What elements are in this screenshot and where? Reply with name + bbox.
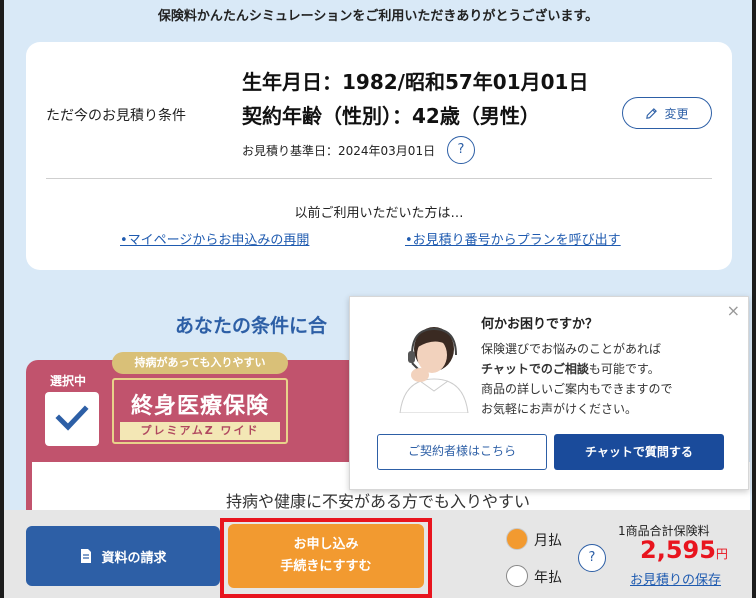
popup-text-rest: も可能です。 xyxy=(588,362,660,376)
estimate-number-link[interactable]: •お見積り番号からプランを呼び出す xyxy=(405,229,621,248)
pencil-icon xyxy=(646,107,658,119)
popup-bold-text: チャットでのご相談 xyxy=(481,362,589,376)
monthly-label: 月払 xyxy=(534,533,562,549)
popup-line: お気軽にお声がけください。 xyxy=(481,402,638,416)
apply-line-2: 手続きにすすむ xyxy=(280,559,372,574)
base-date-help-icon[interactable]: ? xyxy=(447,136,475,164)
save-estimate-link[interactable]: お見積りの保存 xyxy=(630,569,721,588)
product-badge: 終身医療保険 プレミアムZ ワイド xyxy=(112,378,288,444)
birth-date: 生年月日：1982/昭和57年01月01日 xyxy=(242,70,589,94)
mypage-resume-link[interactable]: •マイページからお申込みの再開 xyxy=(120,229,309,248)
selected-label: 選択中 xyxy=(50,374,87,388)
apply-line-1: お申し込み xyxy=(293,537,359,552)
section-title: あなたの条件に合 xyxy=(175,315,328,337)
divider xyxy=(46,178,712,179)
request-documents-button[interactable]: 資料の請求 xyxy=(26,526,220,586)
help-popup: × 何かお困りですか？ 保険選びでお悩みのことがあれば チャットでのご相談も可能… xyxy=(349,296,749,490)
product-ribbon: 持病があっても入りやすい xyxy=(112,352,288,374)
popup-line: 商品の詳しいご案内もできますので xyxy=(481,382,673,396)
price-value: 2,595 xyxy=(640,536,716,564)
change-conditions-button[interactable]: 変更 xyxy=(622,97,712,129)
popup-line: 保険選びでお悩みのことがあれば xyxy=(481,342,662,356)
product-subname: プレミアムZ ワイド xyxy=(120,422,280,440)
payment-help-icon[interactable]: ? xyxy=(578,544,606,572)
yearly-radio[interactable] xyxy=(506,565,528,587)
price-unit: 円 xyxy=(715,547,728,561)
bottom-bar: 資料の請求 お申し込み 手続きにすすむ 月払 年払 ? 1商品合計保険料 2,5… xyxy=(4,510,752,598)
apply-button[interactable]: お申し込み 手続きにすすむ xyxy=(228,524,424,588)
plan-tagline: 持病や健康に不安がある方でも入りやすい xyxy=(225,492,530,511)
popup-line: チャットでのご相談も可能です。 xyxy=(481,359,741,379)
popup-message: 保険選びでお悩みのことがあれば チャットでのご相談も可能です。 商品の詳しいご案… xyxy=(481,339,741,419)
premium-price: 2,595円 xyxy=(640,536,728,564)
popup-title: 何かお困りですか？ xyxy=(481,317,599,332)
product-name: 終身医療保険 xyxy=(130,394,269,419)
contract-age: 契約年齢（性別）：42歳（男性） xyxy=(242,104,540,128)
checkmark-icon xyxy=(55,405,89,431)
request-button-label: 資料の請求 xyxy=(101,550,167,566)
contractor-button[interactable]: ご契約者様はこちら xyxy=(377,434,547,470)
yearly-label: 年払 xyxy=(534,570,562,586)
plan-checkbox[interactable] xyxy=(45,392,99,446)
change-button-label: 変更 xyxy=(664,106,689,121)
monthly-radio[interactable] xyxy=(506,528,528,550)
document-icon xyxy=(81,549,92,563)
previous-users-text: 以前ご利用いただいた方は… xyxy=(294,206,464,221)
operator-avatar xyxy=(399,327,469,413)
estimate-card: ただ今のお見積り条件 生年月日：1982/昭和57年01月01日 契約年齢（性別… xyxy=(26,42,732,270)
chat-button[interactable]: チャットで質問する xyxy=(554,434,724,470)
close-icon[interactable]: × xyxy=(727,301,740,320)
base-date: お見積り基準日：2024年03月01日 xyxy=(242,144,436,158)
thanks-message: 保険料かんたんシミュレーションをご利用いただきありがとうございます。 xyxy=(157,9,599,24)
condition-label: ただ今のお見積り条件 xyxy=(46,108,186,124)
